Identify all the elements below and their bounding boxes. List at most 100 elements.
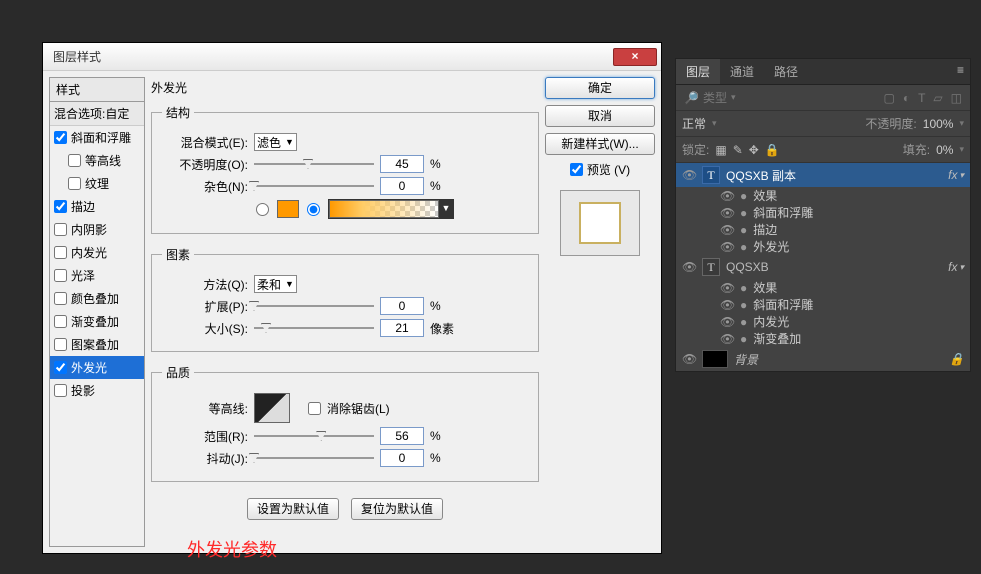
- lock-position-icon[interactable]: ✥: [749, 143, 759, 157]
- new-style-button[interactable]: 新建样式(W)...: [545, 133, 655, 155]
- layer-name: 背景: [734, 351, 758, 368]
- style-pattern-overlay[interactable]: 图案叠加: [50, 333, 144, 356]
- set-default-button[interactable]: 设置为默认值: [247, 498, 339, 520]
- quality-legend: 品质: [162, 364, 194, 381]
- layer-row[interactable]: 👁 T QQSXB fx ▾: [676, 255, 970, 279]
- cancel-button[interactable]: 取消: [545, 105, 655, 127]
- tab-channels[interactable]: 通道: [720, 59, 764, 84]
- blend-mode-combo[interactable]: 滤色▼: [254, 133, 297, 151]
- layers-list: 👁 T QQSXB 副本 fx ▾ 👁●效果 👁●斜面和浮雕 👁●描边 👁●外发…: [676, 163, 970, 371]
- visibility-icon[interactable]: 👁: [682, 168, 696, 182]
- contour-picker[interactable]: [254, 393, 290, 423]
- style-texture[interactable]: 纹理: [50, 172, 144, 195]
- range-value[interactable]: 56: [380, 427, 424, 445]
- filter-type[interactable]: 🔎类型▾: [684, 89, 736, 106]
- visibility-icon[interactable]: 👁: [720, 315, 734, 329]
- panel-opacity-value[interactable]: 100%: [923, 117, 954, 131]
- visibility-icon[interactable]: 👁: [720, 206, 734, 220]
- style-outer-glow[interactable]: 外发光: [50, 356, 144, 379]
- style-gradient-overlay[interactable]: 渐变叠加: [50, 310, 144, 333]
- panel-menu-icon[interactable]: ≡: [951, 59, 970, 84]
- style-inner-glow-check[interactable]: [54, 246, 67, 259]
- chevron-down-icon: ▼: [285, 279, 294, 289]
- lock-all-icon[interactable]: 🔒: [765, 143, 780, 157]
- jitter-slider[interactable]: [254, 451, 374, 465]
- noise-slider[interactable]: [254, 179, 374, 193]
- ok-button[interactable]: 确定: [545, 77, 655, 99]
- style-stroke[interactable]: 描边: [50, 195, 144, 218]
- fx-badge[interactable]: fx ▾: [948, 260, 964, 274]
- style-pattern-overlay-check[interactable]: [54, 338, 67, 351]
- styles-header: 样式: [50, 78, 144, 102]
- style-bevel[interactable]: 斜面和浮雕: [50, 126, 144, 149]
- style-stroke-check[interactable]: [54, 200, 67, 213]
- search-icon: 🔎: [684, 91, 699, 105]
- layer-row-background[interactable]: 👁 背景 🔒: [676, 347, 970, 371]
- style-outer-glow-check[interactable]: [54, 361, 67, 374]
- style-texture-check[interactable]: [68, 177, 81, 190]
- size-value[interactable]: 21: [380, 319, 424, 337]
- glow-gradient-picker[interactable]: ▼: [328, 199, 454, 219]
- lock-paint-icon[interactable]: ✎: [733, 143, 743, 157]
- styles-list: 样式 混合选项:自定 斜面和浮雕 等高线 纹理 描边 内阴影 内发光 光泽 颜色…: [49, 77, 145, 547]
- visibility-icon[interactable]: 👁: [720, 189, 734, 203]
- visibility-icon[interactable]: 👁: [720, 332, 734, 346]
- spread-slider[interactable]: [254, 299, 374, 313]
- glow-color-swatch[interactable]: [277, 200, 299, 218]
- style-drop-shadow-check[interactable]: [54, 384, 67, 397]
- filter-shape-icon[interactable]: ▱: [933, 91, 942, 105]
- fill-value[interactable]: 0%: [936, 143, 953, 157]
- style-color-overlay-check[interactable]: [54, 292, 67, 305]
- dialog-titlebar[interactable]: 图层样式 ×: [43, 43, 661, 71]
- visibility-icon[interactable]: 👁: [720, 281, 734, 295]
- spread-value[interactable]: 0: [380, 297, 424, 315]
- range-slider[interactable]: [254, 429, 374, 443]
- preview-label: 预览 (V): [587, 161, 630, 178]
- style-gradient-overlay-check[interactable]: [54, 315, 67, 328]
- filter-type-icon[interactable]: T: [918, 91, 925, 105]
- style-satin-check[interactable]: [54, 269, 67, 282]
- preview-check[interactable]: [570, 163, 583, 176]
- lock-label: 锁定:: [682, 141, 709, 158]
- structure-legend: 结构: [162, 104, 194, 121]
- close-button[interactable]: ×: [613, 48, 657, 66]
- style-color-overlay[interactable]: 颜色叠加: [50, 287, 144, 310]
- visibility-icon[interactable]: 👁: [682, 260, 696, 274]
- blend-options-row[interactable]: 混合选项:自定: [50, 102, 144, 126]
- filter-adjust-icon[interactable]: ◐: [903, 91, 910, 105]
- visibility-icon[interactable]: 👁: [720, 240, 734, 254]
- filter-smart-icon[interactable]: ◫: [951, 91, 962, 105]
- filter-pixel-icon[interactable]: ▢: [883, 91, 894, 105]
- chevron-down-icon: ▼: [285, 137, 294, 147]
- style-drop-shadow[interactable]: 投影: [50, 379, 144, 402]
- style-bevel-check[interactable]: [54, 131, 67, 144]
- antialias-check[interactable]: [308, 402, 321, 415]
- style-contour[interactable]: 等高线: [50, 149, 144, 172]
- style-inner-shadow-check[interactable]: [54, 223, 67, 236]
- noise-label: 杂色(N):: [162, 178, 248, 195]
- visibility-icon[interactable]: 👁: [682, 352, 696, 366]
- range-label: 范围(R):: [162, 428, 248, 445]
- layer-row[interactable]: 👁 T QQSXB 副本 fx ▾: [676, 163, 970, 187]
- visibility-icon[interactable]: 👁: [720, 298, 734, 312]
- style-satin[interactable]: 光泽: [50, 264, 144, 287]
- style-inner-glow[interactable]: 内发光: [50, 241, 144, 264]
- technique-combo[interactable]: 柔和▼: [254, 275, 297, 293]
- opacity-value[interactable]: 45: [380, 155, 424, 173]
- opacity-slider[interactable]: [254, 157, 374, 171]
- tab-layers[interactable]: 图层: [676, 59, 720, 84]
- fx-badge[interactable]: fx ▾: [948, 168, 964, 182]
- jitter-value[interactable]: 0: [380, 449, 424, 467]
- reset-default-button[interactable]: 复位为默认值: [351, 498, 443, 520]
- style-contour-check[interactable]: [68, 154, 81, 167]
- size-slider[interactable]: [254, 321, 374, 335]
- size-label: 大小(S):: [162, 320, 248, 337]
- visibility-icon[interactable]: 👁: [720, 223, 734, 237]
- blend-mode-panel[interactable]: 正常: [682, 115, 706, 132]
- noise-value[interactable]: 0: [380, 177, 424, 195]
- glow-color-radio[interactable]: [256, 203, 269, 216]
- style-inner-shadow[interactable]: 内阴影: [50, 218, 144, 241]
- glow-gradient-radio[interactable]: [307, 203, 320, 216]
- lock-transparency-icon[interactable]: ▦: [715, 143, 726, 157]
- tab-paths[interactable]: 路径: [764, 59, 808, 84]
